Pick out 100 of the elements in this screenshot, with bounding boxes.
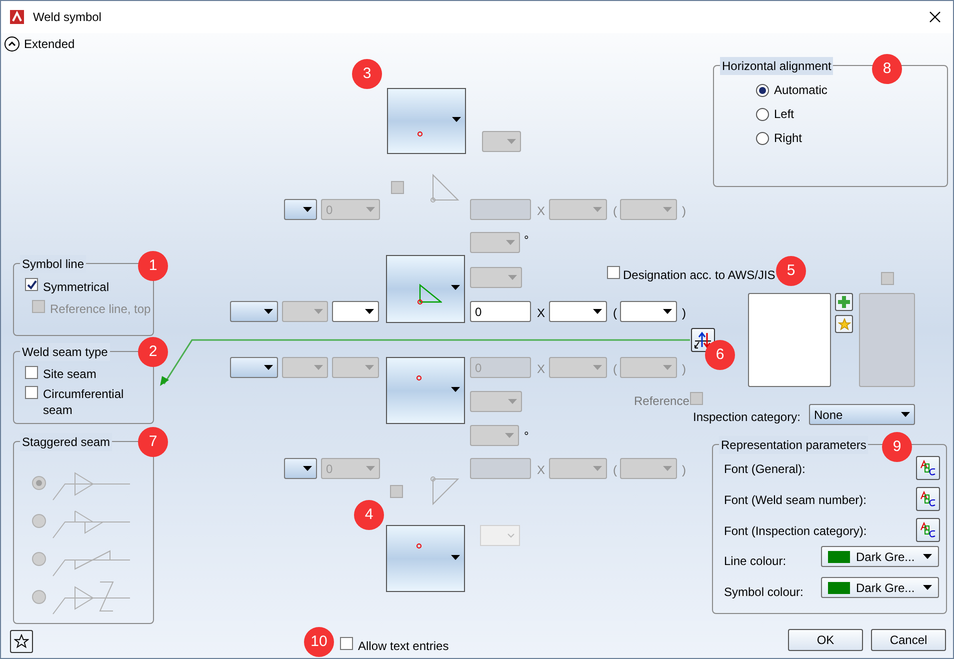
dropdown-arrow-icon <box>314 309 323 314</box>
field-label: Font (Inspection category): <box>724 523 867 540</box>
font-button[interactable] <box>916 487 940 511</box>
parenthesis: ( <box>613 203 617 220</box>
dropdown-arrow-icon <box>593 365 602 370</box>
reference-point-icon <box>416 375 422 381</box>
favorite-button[interactable] <box>835 315 853 333</box>
checkbox[interactable] <box>607 266 620 279</box>
radio-option[interactable]: Automatic <box>756 81 828 99</box>
checkbox[interactable] <box>390 485 403 498</box>
parenthesis: ) <box>682 305 686 322</box>
dropdown-arrow-icon <box>366 466 375 471</box>
weld-symbol-selector[interactable] <box>386 357 465 424</box>
checkbox-label: Symmetrical <box>43 279 110 296</box>
font-icon <box>919 490 937 508</box>
input-field[interactable]: 0 <box>470 301 531 322</box>
extended-toggle[interactable]: Extended <box>4 35 75 53</box>
dropdown-arrow-icon <box>663 365 672 370</box>
group-title: Horizontal alignment <box>720 57 834 75</box>
dropdown-arrow-icon <box>303 207 312 212</box>
fillet-weld-symbol-drawing <box>416 283 442 305</box>
dropdown-arrow-icon <box>506 240 515 245</box>
checkbox[interactable] <box>881 272 894 285</box>
callout-badge: 6 <box>705 340 735 370</box>
dropdown-arrow-icon <box>264 309 273 314</box>
dropdown-arrow-icon <box>508 399 517 404</box>
group-title: Weld seam type <box>20 343 110 361</box>
dropdown[interactable] <box>332 301 379 322</box>
dropdown-arrow-icon <box>365 309 374 314</box>
times-sign: X <box>537 361 546 378</box>
font-icon <box>919 459 937 477</box>
star-icon <box>838 318 850 330</box>
list-box[interactable] <box>748 293 831 387</box>
callout-badge: 5 <box>776 256 806 286</box>
checkbox-label: Reference <box>634 393 690 410</box>
close-icon[interactable] <box>929 11 941 23</box>
checkbox[interactable] <box>25 278 38 291</box>
dropdown[interactable] <box>284 199 317 220</box>
plus-icon <box>838 296 850 308</box>
parenthesis: ( <box>613 305 617 322</box>
radio-option[interactable]: Left <box>756 105 794 123</box>
dropdown[interactable] <box>230 357 278 378</box>
parenthesis: ) <box>682 462 686 479</box>
dropdown-arrow-icon <box>451 386 460 392</box>
callout-badge: 4 <box>354 500 384 530</box>
checkbox[interactable] <box>340 637 353 650</box>
favorites-button[interactable] <box>10 630 33 653</box>
dropdown-arrow-icon <box>451 554 460 560</box>
dropdown-arrow-icon <box>663 207 672 212</box>
dropdown-arrow-icon <box>901 412 910 417</box>
parenthesis: ( <box>613 462 617 479</box>
dropdown-arrow-icon <box>365 365 374 370</box>
degree-sign: ° <box>524 232 529 249</box>
checkbox-label: Designation acc. to AWS/JIS <box>623 267 776 284</box>
dropdown-arrow-icon <box>923 585 932 590</box>
dropdown[interactable] <box>284 458 317 479</box>
dropdown-arrow-icon <box>663 309 672 314</box>
checkbox-label: Circumferential seam <box>43 386 125 418</box>
dialog-button[interactable]: OK <box>788 629 863 651</box>
radio-option[interactable]: Right <box>756 129 802 147</box>
checkbox[interactable] <box>391 181 404 194</box>
weld-symbol-selector[interactable] <box>386 255 465 323</box>
callout-badge: 7 <box>138 427 168 457</box>
dropdown-arrow-icon <box>923 554 932 559</box>
checkbox[interactable] <box>25 386 38 399</box>
times-sign: X <box>537 305 546 322</box>
star-icon <box>14 634 29 649</box>
add-button[interactable] <box>835 293 853 311</box>
checkbox[interactable] <box>25 366 38 379</box>
field-label: Line colour: <box>724 553 786 570</box>
font-button[interactable] <box>916 518 940 542</box>
dropdown-arrow-icon <box>366 207 375 212</box>
callout-badge: 9 <box>882 432 912 462</box>
callout-badge: 1 <box>138 251 168 281</box>
triangle-drawing <box>430 476 460 506</box>
weld-symbol-selector[interactable] <box>386 525 465 592</box>
dropdown-arrow-icon <box>452 117 461 122</box>
callout-badge: 2 <box>138 337 168 367</box>
dropdown-arrow-icon <box>593 309 602 314</box>
reference-point-icon <box>416 543 422 549</box>
dropdown-arrow-icon <box>451 285 460 290</box>
colour-dropdown[interactable]: Dark Gre... <box>821 577 939 598</box>
group-title: Symbol line <box>20 255 86 273</box>
dialog-button[interactable]: Cancel <box>871 629 946 651</box>
dropdown[interactable]: None <box>809 404 915 425</box>
app-icon <box>9 9 25 25</box>
checkbox-label: Site seam <box>43 366 98 382</box>
callout-badge: 10 <box>304 627 334 657</box>
colour-dropdown[interactable]: Dark Gre... <box>821 546 939 567</box>
field-label: Inspection category: <box>693 409 800 426</box>
field-label: Symbol colour: <box>724 584 804 601</box>
field-label: Font (General): <box>724 461 806 478</box>
font-button[interactable] <box>916 456 940 480</box>
degree-sign: ° <box>524 428 529 445</box>
dropdown-arrow-icon <box>593 466 602 471</box>
group-title: Representation parameters <box>719 436 868 454</box>
dropdown-arrow-icon <box>663 466 672 471</box>
weld-symbol-selector[interactable] <box>387 88 466 154</box>
parenthesis: ( <box>613 361 617 378</box>
dropdown[interactable] <box>230 301 278 322</box>
